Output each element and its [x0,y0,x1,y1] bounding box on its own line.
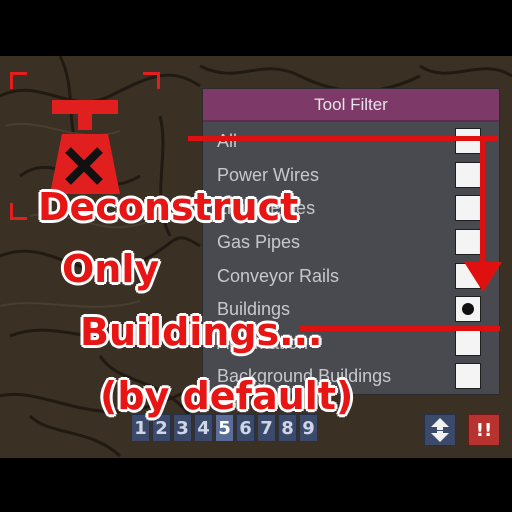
tool-hotbar: 1 2 3 4 5 6 7 8 9 [131,414,318,442]
filter-option-all[interactable]: All [217,128,489,154]
cursor-corner [10,203,27,220]
hotkey-9[interactable]: 9 [299,414,318,442]
caption-line-4: (by default) [100,374,354,418]
filter-option-label: Power Wires [217,165,320,185]
caption-line-3: Buildings... [80,310,323,354]
filter-checkbox[interactable] [455,128,481,154]
priority-alert-button[interactable]: !! [468,414,500,446]
cursor-corner [10,72,27,89]
hotkey-2[interactable]: 2 [152,414,171,442]
game-scene: Tool Filter All Power Wires Liquid Pipes… [0,0,512,512]
hotkey-4[interactable]: 4 [194,414,213,442]
hotkey-5[interactable]: 5 [215,414,234,442]
caption-line-2: Only [62,247,160,291]
hotkey-3[interactable]: 3 [173,414,192,442]
filter-option-label: All [217,131,238,151]
annotation-line-bottom [300,326,500,331]
filter-checkbox[interactable] [455,363,481,389]
filter-checkbox[interactable] [455,330,481,356]
filter-option-label: Gas Pipes [217,232,301,252]
panel-title: Tool Filter [203,89,499,122]
filter-checkbox[interactable] [455,195,481,221]
swap-button[interactable] [424,414,456,446]
annotation-arrow-head-icon [464,262,502,292]
filter-checkbox[interactable] [455,162,481,188]
filter-option-label: Conveyor Rails [217,266,340,286]
selected-dot-icon [462,303,474,315]
filter-checkbox[interactable] [455,229,481,255]
filter-option-gas-pipes[interactable]: Gas Pipes [217,229,489,255]
hotkey-8[interactable]: 8 [278,414,297,442]
annotation-arrow-shaft [480,140,485,270]
cursor-corner [143,72,160,89]
swap-arrows-icon [431,418,449,442]
annotation-line-top [188,136,498,141]
filter-radio-selected[interactable] [455,296,481,322]
hotkey-6[interactable]: 6 [236,414,255,442]
filter-option-conveyor-rails[interactable]: Conveyor Rails [217,263,489,289]
hotkey-7[interactable]: 7 [257,414,276,442]
hotkey-1[interactable]: 1 [131,414,150,442]
caption-line-1: Deconstruct [38,185,299,229]
deconstruct-icon [50,100,120,194]
